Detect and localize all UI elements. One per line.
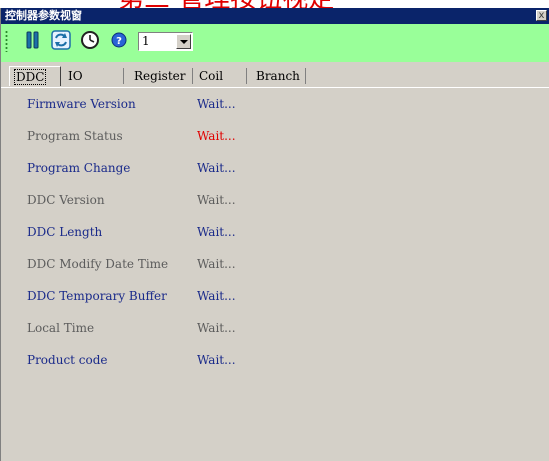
info-value: Wait... — [197, 321, 236, 335]
info-value: Wait... — [197, 161, 236, 175]
tab-io[interactable]: IO — [63, 66, 121, 86]
info-row-ddc-version: DDC Version Wait... — [1, 191, 549, 209]
info-value: Wait... — [197, 289, 236, 303]
info-label: Firmware Version — [27, 97, 136, 111]
close-button[interactable]: x — [536, 10, 547, 21]
tab-ddc[interactable]: DDC — [9, 66, 61, 86]
tab-ddc-label: DDC — [13, 69, 47, 85]
tab-coil-label: Coil — [199, 69, 224, 83]
controller-select[interactable]: 1 — [138, 32, 193, 51]
pause-icon[interactable] — [22, 29, 44, 51]
tab-separator — [305, 68, 306, 84]
info-label: DDC Length — [27, 225, 103, 239]
tab-io-label: IO — [68, 69, 83, 83]
overlay-caption: 第三 管理按钮视定 — [118, 0, 418, 8]
tab-separator — [192, 68, 193, 84]
tab-register[interactable]: Register — [129, 66, 191, 86]
help-icon[interactable]: ? — [108, 29, 130, 51]
info-label: Local Time — [27, 321, 95, 335]
info-label: Program Status — [27, 129, 123, 143]
window-title: 控制器参数视窗 — [5, 9, 82, 22]
info-label: DDC Modify Date Time — [27, 257, 169, 271]
clock-icon[interactable] — [79, 29, 101, 51]
info-row-ddc-modify-date-time: DDC Modify Date Time Wait... — [1, 255, 549, 273]
chevron-down-icon[interactable] — [176, 34, 191, 49]
info-value: Wait... — [197, 97, 236, 111]
refresh-icon[interactable] — [50, 29, 72, 51]
info-value: Wait... — [197, 129, 236, 143]
info-label: Program Change — [27, 161, 131, 175]
info-value: Wait... — [197, 225, 236, 239]
svg-text:?: ? — [116, 36, 122, 47]
tab-register-label: Register — [134, 69, 186, 83]
info-row-local-time: Local Time Wait... — [1, 319, 549, 337]
toolbar-grip[interactable] — [5, 30, 8, 52]
tab-branch[interactable]: Branch — [251, 66, 307, 86]
tab-coil[interactable]: Coil — [194, 66, 242, 86]
window-titlebar[interactable]: 控制器参数视窗 x — [1, 8, 549, 24]
info-row-ddc-temporary-buffer: DDC Temporary Buffer Wait... — [1, 287, 549, 305]
info-row-ddc-length: DDC Length Wait... — [1, 223, 549, 241]
info-value: Wait... — [197, 193, 236, 207]
tab-divider — [1, 87, 549, 88]
tab-separator — [246, 68, 247, 84]
controller-parameter-window: 控制器参数视窗 x ? 1 DDC IO Register Coil Branc… — [0, 8, 549, 461]
info-row-product-code: Product code Wait... — [1, 351, 549, 369]
info-label: Product code — [27, 353, 108, 367]
controller-select-value: 1 — [142, 34, 150, 48]
tab-branch-label: Branch — [256, 69, 300, 83]
tab-strip: DDC IO Register Coil Branch — [9, 66, 539, 88]
tab-separator — [123, 68, 124, 84]
info-row-firmware-version: Firmware Version Wait... — [1, 95, 549, 113]
screenshot-root: 第三 管理按钮视定 控制器参数视窗 x — [0, 0, 549, 461]
info-label: DDC Version — [27, 193, 105, 207]
info-value: Wait... — [197, 257, 236, 271]
toolbar: ? 1 — [1, 24, 549, 62]
info-row-program-status: Program Status Wait... — [1, 127, 549, 145]
info-row-program-change: Program Change Wait... — [1, 159, 549, 177]
info-label: DDC Temporary Buffer — [27, 289, 167, 303]
info-value: Wait... — [197, 353, 236, 367]
